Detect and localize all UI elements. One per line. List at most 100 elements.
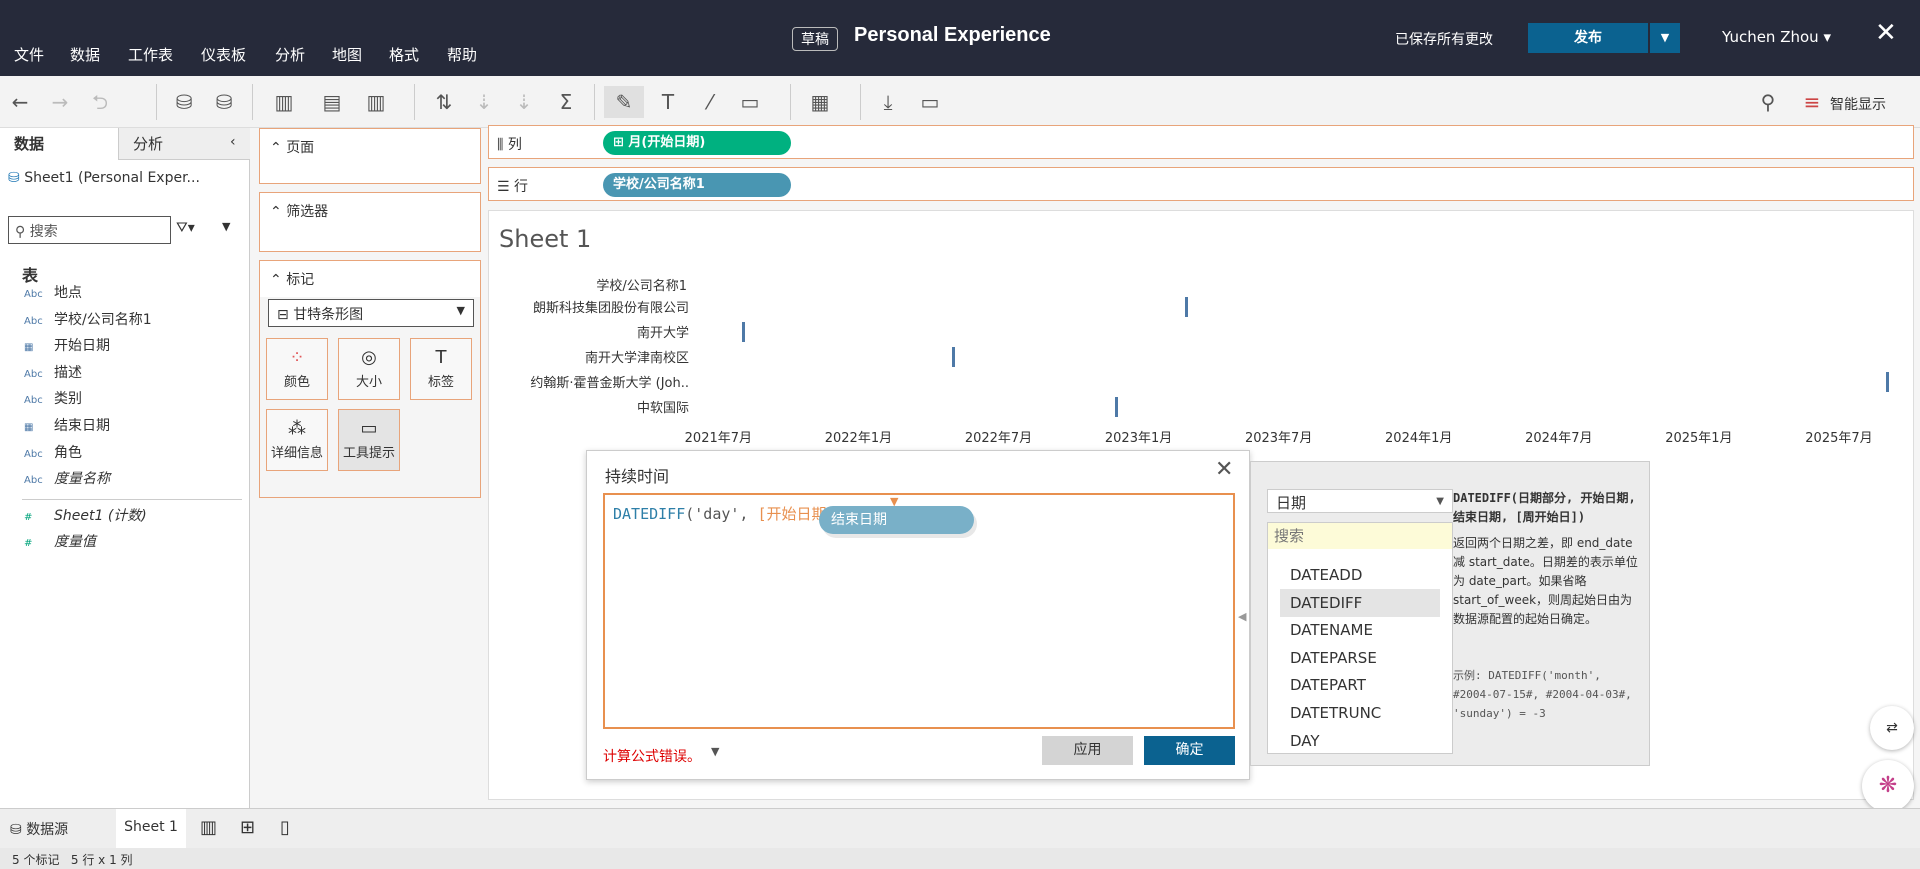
measure-item[interactable]: # Sheet1 (计数) [24, 506, 147, 526]
tab-data[interactable]: 数据 [0, 128, 118, 160]
undo-icon[interactable]: ← [4, 86, 36, 118]
new-worksheet-icon[interactable]: ▥ [200, 817, 217, 838]
columns-shelf[interactable]: ⫼ 列 ⊞ 月(开始日期) [488, 125, 1914, 159]
menu-file[interactable]: 文件 [14, 44, 44, 65]
show-cards-icon[interactable]: ▦ [804, 86, 836, 118]
measure-item[interactable]: # 度量值 [24, 532, 96, 552]
function-item[interactable]: DATETRUNC [1280, 699, 1440, 727]
collapse-panel-icon[interactable]: ◀ [1238, 610, 1246, 623]
user-menu[interactable]: Yuchen Zhou ▾ [1722, 28, 1831, 46]
columns-pill[interactable]: ⊞ 月(开始日期) [603, 131, 791, 155]
smart-show-label[interactable]: 智能显示 [1830, 94, 1886, 114]
field-item[interactable]: ▦ 开始日期 [24, 336, 110, 356]
ok-button[interactable]: 确定 [1144, 736, 1235, 765]
field-item[interactable]: ▦ 结束日期 [24, 416, 110, 436]
apply-button[interactable]: 应用 [1042, 736, 1133, 765]
filter-icon[interactable]: ⛛▾ [176, 220, 195, 236]
tab-datasource[interactable]: ⛁ 数据源 [10, 819, 68, 839]
columns-label: ⫼ 列 [497, 137, 522, 153]
gantt-mark[interactable] [741, 322, 745, 342]
x-tick-label: 2025年1月 [1665, 431, 1733, 446]
menu-worksheet[interactable]: 工作表 [128, 44, 173, 65]
menu-dashboard[interactable]: 仪表板 [201, 44, 246, 65]
menu-help[interactable]: 帮助 [447, 44, 477, 65]
menu-map[interactable]: 地图 [332, 44, 362, 65]
field-label: 角色 [54, 444, 82, 461]
hash-icon: # [24, 538, 33, 549]
rows-pill[interactable]: 学校/公司名称1 [603, 173, 791, 197]
presentation-icon[interactable]: ▭ [914, 86, 946, 118]
datasource-icon: ⛁ [8, 170, 25, 186]
download-icon[interactable]: ⤓ [872, 86, 904, 118]
pages-card[interactable]: ⌃ 页面 [259, 128, 481, 184]
fit-icon[interactable]: ▭ [734, 86, 766, 118]
smart-show-icon[interactable]: ≡ [1796, 86, 1828, 118]
category-select[interactable]: 日期 ▼ [1267, 489, 1453, 513]
tooltip-button[interactable]: ▭ 工具提示 [338, 409, 400, 471]
function-item[interactable]: DATEADD [1280, 561, 1440, 589]
new-datasource-icon[interactable]: ⛁ [168, 86, 200, 118]
new-worksheet-icon[interactable]: ▥ [268, 86, 300, 118]
label-icon[interactable]: T [652, 86, 684, 118]
publish-dropdown[interactable]: ▼ [1650, 23, 1680, 53]
close-icon[interactable]: ✕ [1215, 457, 1233, 482]
gantt-mark[interactable] [1115, 397, 1119, 417]
datasource-item[interactable]: ⛁ Sheet1 (Personal Exper... [8, 170, 200, 186]
size-button[interactable]: ◎ 大小 [338, 338, 400, 400]
gantt-mark[interactable] [1185, 297, 1189, 317]
label-button[interactable]: T 标签 [410, 338, 472, 400]
field-item[interactable]: Abc 度量名称 [24, 469, 110, 489]
field-search-input[interactable]: ⚲ 搜索 [8, 216, 171, 244]
field-item[interactable]: Abc 角色 [24, 443, 82, 463]
detail-icon: ⁂ [288, 418, 306, 439]
close-icon[interactable]: ✕ [1875, 18, 1897, 48]
redo-icon[interactable]: → [44, 86, 76, 118]
mark-type-select[interactable]: ⊟ 甘特条形图 ▼ [268, 299, 474, 327]
new-story-icon[interactable]: ▯ [280, 817, 290, 838]
function-search-input[interactable]: 搜索 [1268, 523, 1452, 549]
function-item[interactable]: DATEPART [1280, 671, 1440, 699]
menu-dropdown-icon[interactable]: ▼ [222, 220, 230, 233]
marks-card: ⌃ 标记 ⊟ 甘特条形图 ▼ ⁘ 颜色 ◎ 大小 T 标签 ⁂ 详细信息 ▭ 工具提示 [259, 260, 481, 498]
annotation-icon[interactable]: ⁄ [694, 86, 726, 118]
field-item[interactable]: Abc 学校/公司名称1 [24, 310, 152, 330]
field-label: 度量名称 [54, 471, 110, 488]
gantt-mark[interactable] [951, 347, 955, 367]
field-label: 开始日期 [54, 338, 110, 355]
rows-shelf[interactable]: ☰ 行 学校/公司名称1 [488, 167, 1914, 201]
new-dashboard-icon[interactable]: ⊞ [240, 817, 255, 838]
field-item[interactable]: Abc 地点 [24, 283, 82, 303]
menu-format[interactable]: 格式 [389, 44, 419, 65]
sort-asc-icon[interactable]: ⇣ [468, 86, 500, 118]
swap-icon[interactable]: ⇅ [428, 86, 460, 118]
detail-button[interactable]: ⁂ 详细信息 [266, 409, 328, 471]
filters-card[interactable]: ⌃ 筛选器 [259, 192, 481, 252]
field-item[interactable]: Abc 描述 [24, 363, 82, 383]
pause-updates-icon[interactable]: ⛁ [208, 86, 240, 118]
dragged-field-pill[interactable]: 结束日期 [819, 506, 974, 534]
collapse-icon[interactable]: ‹ [230, 134, 236, 150]
function-item[interactable]: DAY [1280, 727, 1440, 755]
highlight-icon[interactable]: ✎ [604, 86, 644, 118]
gantt-mark[interactable] [1885, 372, 1889, 392]
function-item[interactable]: DATEDIFF [1280, 588, 1440, 617]
sort-desc-icon[interactable]: ⇣ [508, 86, 540, 118]
pin-icon[interactable]: ⚲ [1752, 86, 1784, 118]
divider [22, 499, 242, 500]
menu-data[interactable]: 数据 [70, 44, 100, 65]
menu-analysis[interactable]: 分析 [275, 44, 305, 65]
field-item[interactable]: Abc 类别 [24, 389, 82, 409]
publish-button[interactable]: 发布 [1528, 23, 1648, 53]
function-item[interactable]: DATEPARSE [1280, 644, 1440, 672]
sum-icon[interactable]: Σ [550, 86, 582, 118]
tab-sheet1[interactable]: Sheet 1 [116, 809, 186, 848]
error-dropdown-icon[interactable]: ▼ [711, 745, 719, 758]
function-item[interactable]: DATENAME [1280, 616, 1440, 644]
replay-icon[interactable]: ⮌ [84, 86, 116, 118]
duplicate-sheet-icon[interactable]: ▤ [316, 86, 348, 118]
color-button[interactable]: ⁘ 颜色 [266, 338, 328, 400]
clear-sheet-icon[interactable]: ▥ [360, 86, 392, 118]
error-message[interactable]: 计算公式错误。 [603, 746, 701, 766]
ai-assistant-icon[interactable]: ❋ [1862, 760, 1914, 812]
translate-icon[interactable]: ⇄ [1870, 706, 1914, 750]
